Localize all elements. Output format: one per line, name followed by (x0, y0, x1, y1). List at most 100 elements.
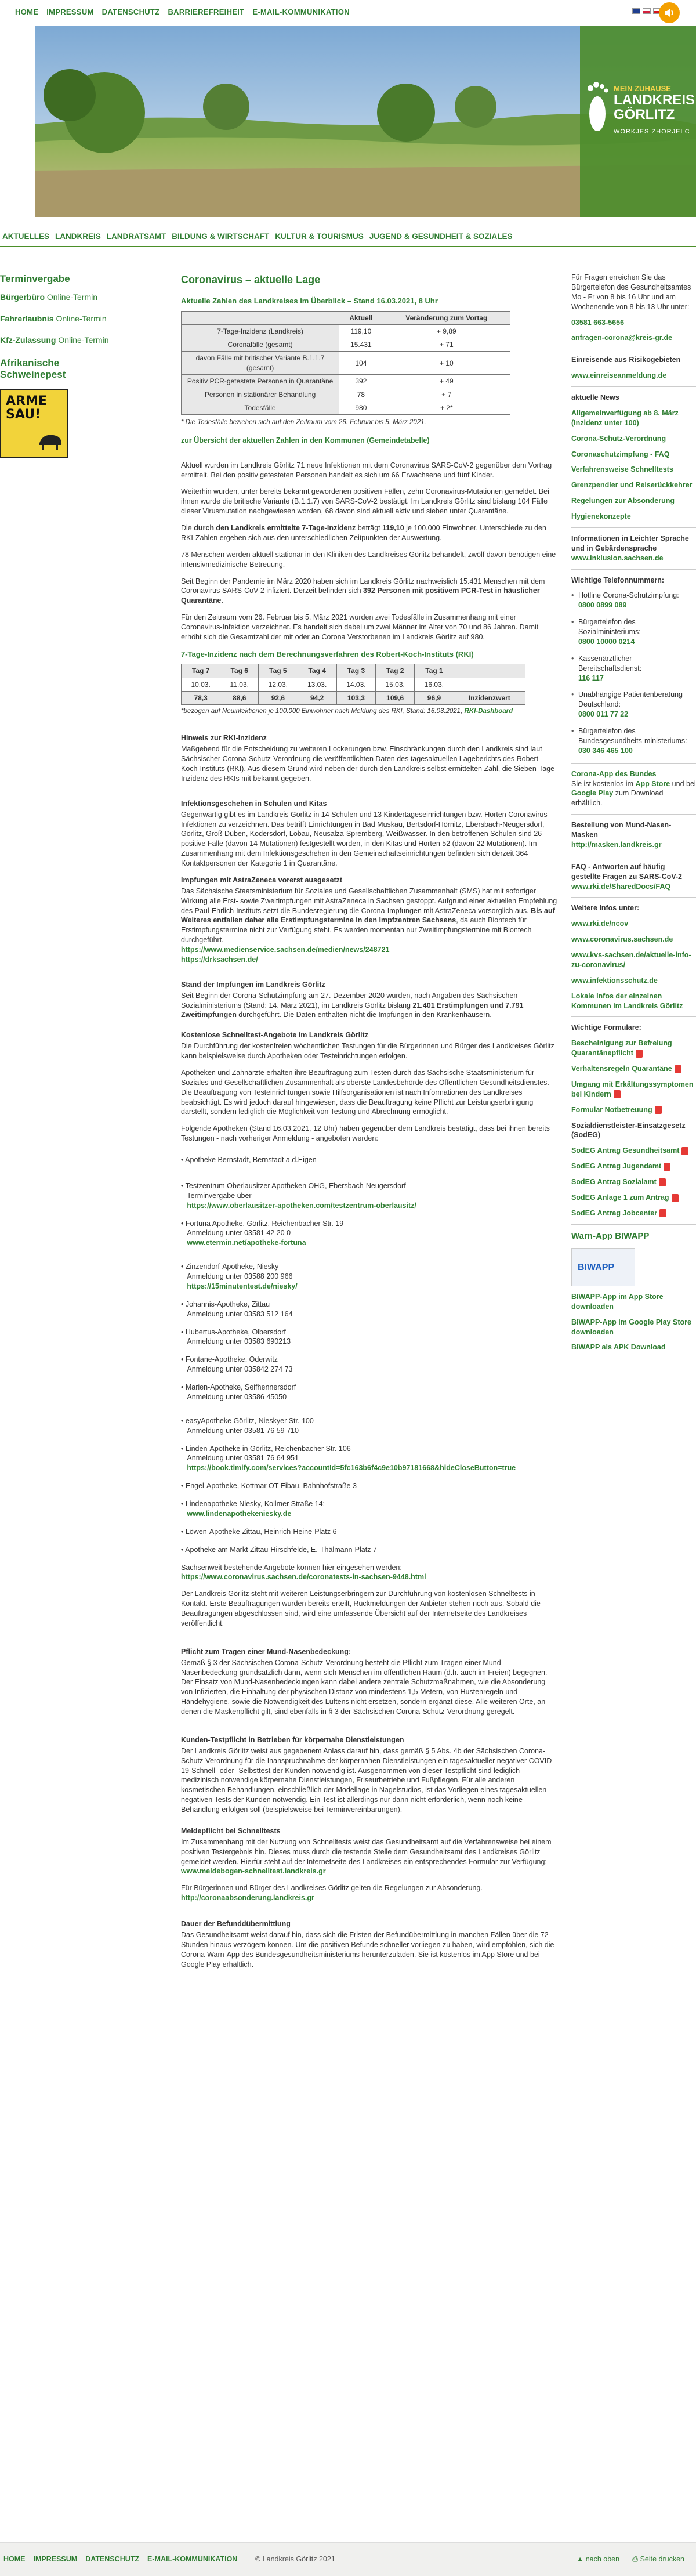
biwapp-link[interactable]: BIWAPP als APK Download (571, 1343, 666, 1351)
news-link[interactable]: Verfahrensweise Schnelltests (571, 465, 673, 473)
mainnav-jugend[interactable]: JUGEND & GESUNDHEIT & SOZIALES (369, 231, 513, 242)
hotline-email[interactable]: anfragen-corona@kreis-gr.de (571, 334, 672, 342)
inklusion-link[interactable]: www.inklusion.sachsen.de (571, 554, 664, 562)
print-link[interactable]: ⎙ Seite drucken (632, 2555, 684, 2564)
mainnav-landkreis[interactable]: LANDKREIS (55, 231, 101, 242)
list-item: • Marien-Apotheke, Seifhennersdorf Anmel… (181, 1383, 296, 1401)
news-link[interactable]: Grenzpendler und Reiserückkehrer (571, 481, 692, 489)
language-flags (632, 8, 661, 14)
paragraph: Im Zusammenhang mit der Nutzung von Schn… (181, 1837, 552, 1876)
mainnav-kultur[interactable]: KULTUR & TOURISMUS (275, 231, 364, 242)
hotline-phone[interactable]: 03581 663-5656 (571, 319, 624, 327)
corona-app-text: Corona-App des Bundes Sie ist kostenlos i… (571, 769, 696, 808)
coronatests-sachsen-link[interactable]: https://www.coronavirus.sachsen.de/coron… (181, 1573, 426, 1581)
arme-sau-text: ARME SAU! (6, 394, 47, 422)
info-link[interactable]: www.kvs-sachsen.de/aktuelle-info-zu-coro… (571, 951, 691, 969)
form-link[interactable]: Umgang mit Erkältungssymptomen bei Kinde… (571, 1080, 693, 1098)
info-link[interactable]: Lokale Infos der einzelnen Kommunen im L… (571, 992, 683, 1010)
pharmacy-link[interactable]: https://book.timify.com/services?account… (187, 1464, 516, 1472)
table-row: 7-Tage-Inzidenz (Landkreis) 119,10 + 9,89 (180, 324, 511, 339)
form-link[interactable]: SodEG Antrag Jobcenter (571, 1209, 657, 1217)
section-heading: Kostenlose Schnelltest-Angebote im Landk… (181, 1031, 368, 1040)
print-icon: ⎙ (632, 2555, 640, 2563)
mainnav-bildung[interactable]: BILDUNG & WIRTSCHAFT (172, 231, 269, 242)
einreise-link[interactable]: www.einreiseanmeldung.de (571, 371, 666, 379)
pdf-icon (674, 1065, 682, 1073)
scroll-top-link[interactable]: ▲ nach oben (577, 2555, 619, 2564)
pharmacy-link[interactable]: www.lindenapothekeniesky.de (187, 1510, 291, 1518)
absonderung-link[interactable]: http://coronaabsonderung.landkreis.gr (181, 1894, 314, 1902)
buergerbuero-link[interactable]: Bürgerbüro Online-Termin (0, 292, 116, 303)
rki-incidence-heading: 7-Tage-Inzidenz nach dem Berechnungsverf… (181, 649, 474, 659)
mainnav-aktuelles[interactable]: AKTUELLES (2, 231, 49, 242)
footer-datenschutz-link[interactable]: DATENSCHUTZ (85, 2555, 139, 2564)
drk-sachsen-link[interactable]: https://drksachsen.de/ (181, 956, 258, 964)
footer-email-link[interactable]: E-MAIL-KOMMUNIKATION (147, 2555, 237, 2564)
news-link[interactable]: Allgemeinverfügung ab 8. März (Inzidenz … (571, 409, 679, 427)
meldebogen-link[interactable]: www.meldebogen-schnelltest.landkreis.gr (181, 1867, 326, 1875)
paragraph: Die Durchführung der kostenfreien wöchen… (181, 1042, 554, 1061)
topnav-datenschutz[interactable]: DATENSCHUTZ (102, 7, 160, 17)
news-link[interactable]: Regelungen zur Absonderung (571, 497, 675, 505)
news-link[interactable]: Corona-Schutz-Verordnung (571, 435, 666, 443)
list-item: Hotline Corona-Schutzimpfung:0800 0899 0… (571, 591, 696, 610)
arme-sau-banner[interactable]: ARME SAU! (0, 389, 68, 459)
list-item: • Lindenapotheke Niesky, Kollmer Straße … (181, 1500, 325, 1518)
arrow-up-icon: ▲ (576, 2555, 586, 2563)
section-heading: Stand der Impfungen im Landkreis Görlitz (181, 980, 325, 989)
pharmacy-link[interactable]: https://www.oberlausitzer-apotheken.com/… (187, 1202, 416, 1210)
info-link[interactable]: www.coronavirus.sachsen.de (571, 935, 673, 943)
news-link[interactable]: Hygienekonzepte (571, 512, 631, 520)
topnav-email[interactable]: E-MAIL-KOMMUNIKATION (252, 7, 350, 17)
brand-logo[interactable]: MEIN ZUHAUSE LANDKREIS GÖRLITZ WORKJES ZH… (580, 66, 696, 153)
pdf-icon (635, 1049, 643, 1058)
footer-home-link[interactable]: HOME (3, 2555, 26, 2564)
medienservice-link[interactable]: https://www.medienservice.sachsen.de/med… (181, 946, 389, 954)
form-link[interactable]: Verhaltensregeln Quarantäne (571, 1065, 672, 1073)
topnav-home[interactable]: HOME (15, 7, 38, 17)
form-link[interactable]: SodEG Antrag Gesundheitsamt (571, 1146, 679, 1155)
info-link[interactable]: www.rki.de/ncov (571, 920, 628, 928)
topnav-impressum[interactable]: IMPRESSUM (46, 7, 93, 17)
masken-link[interactable]: http://masken.landkreis.gr (571, 841, 662, 849)
news-link[interactable]: Coronaschutzimpfung - FAQ (571, 450, 669, 458)
paragraph: Für den Zeitraum vom 26. Februar bis 5. … (181, 613, 539, 641)
telefon-heading: Wichtige Telefonnummern: (571, 576, 665, 584)
footer-impressum-link[interactable]: IMPRESSUM (34, 2555, 78, 2564)
paragraph: Gegenwärtig gibt es im Landkreis Görlitz… (181, 810, 550, 868)
info-link[interactable]: www.infektionsschutz.de (571, 976, 658, 985)
pharmacy-link[interactable]: www.etermin.net/apotheke-fortuna (187, 1239, 306, 1247)
form-link[interactable]: SodEG Anlage 1 zum Antrag (571, 1193, 669, 1202)
einreise-heading: Einreisende aus Risikogebieten (571, 356, 681, 364)
form-link[interactable]: SodEG Antrag Jugendamt (571, 1162, 661, 1170)
pharmacy-list: • Apotheke Bernstadt, Bernstadt a.d.Eige… (181, 1155, 558, 1555)
read-aloud-icon[interactable] (659, 2, 680, 23)
flag-pl-icon[interactable] (643, 8, 651, 14)
kfz-zulassung-link[interactable]: Kfz-Zulassung Online-Termin (0, 335, 116, 346)
paragraph: Das Gesundheitsamt weist darauf hin, das… (181, 1930, 554, 1969)
faq-link[interactable]: www.rki.de/SharedDocs/FAQ (571, 882, 670, 891)
brand-sorbian-name: WORKJES ZHORJELC (614, 128, 690, 135)
list-item: • Testzentrum Oberlausitzer Apotheken OH… (181, 1181, 416, 1210)
stats-table: Aktuell Veränderung zum Vortag 7-Tage-In… (180, 310, 511, 415)
fahrerlaubnis-link[interactable]: Fahrerlaubnis Online-Termin (0, 313, 116, 324)
form-link[interactable]: SodEG Antrag Sozialamt (571, 1178, 657, 1186)
terminvergabe-heading: Terminvergabe (0, 273, 70, 284)
pharmacy-link[interactable]: https://15minutentest.de/niesky/ (187, 1282, 297, 1290)
list-item: • Apotheke Bernstadt, Bernstadt a.d.Eige… (181, 1156, 317, 1164)
biwapp-link[interactable]: BIWAPP-App im Google Play Store download… (571, 1318, 691, 1336)
table-row: Tag 7 Tag 6 Tag 5 Tag 4 Tag 3 Tag 2 Tag 1 (180, 664, 526, 678)
form-link[interactable]: Formular Notbetreuung (571, 1106, 652, 1114)
biwapp-logo[interactable]: BIWAPP (571, 1247, 635, 1286)
flag-uk-icon[interactable] (632, 8, 640, 14)
schweinepest-heading[interactable]: Afrikanische Schweinepest (0, 357, 116, 381)
topnav-barrierefreiheit[interactable]: BARRIEREFREIHEIT (168, 7, 244, 17)
biwapp-link[interactable]: BIWAPP-App im App Store downloaden (571, 1293, 664, 1311)
gemeindetabelle-link[interactable]: zur Übersicht der aktuellen Zahlen in de… (181, 436, 430, 444)
list-item: • Engel-Apotheke, Kottmar OT Eibau, Bahn… (181, 1482, 357, 1490)
mainnav-landratsamt[interactable]: LANDRATSAMT (107, 231, 166, 242)
list-item: • Löwen-Apotheke Zittau, Heinrich-Heine-… (181, 1527, 337, 1536)
paragraph: Der Landkreis Görlitz steht mit weiteren… (181, 1590, 541, 1627)
rki-dashboard-link[interactable]: RKI-Dashboard (464, 708, 513, 715)
form-link[interactable]: Bescheinigung zur Befreiung Quarantänepf… (571, 1039, 672, 1057)
